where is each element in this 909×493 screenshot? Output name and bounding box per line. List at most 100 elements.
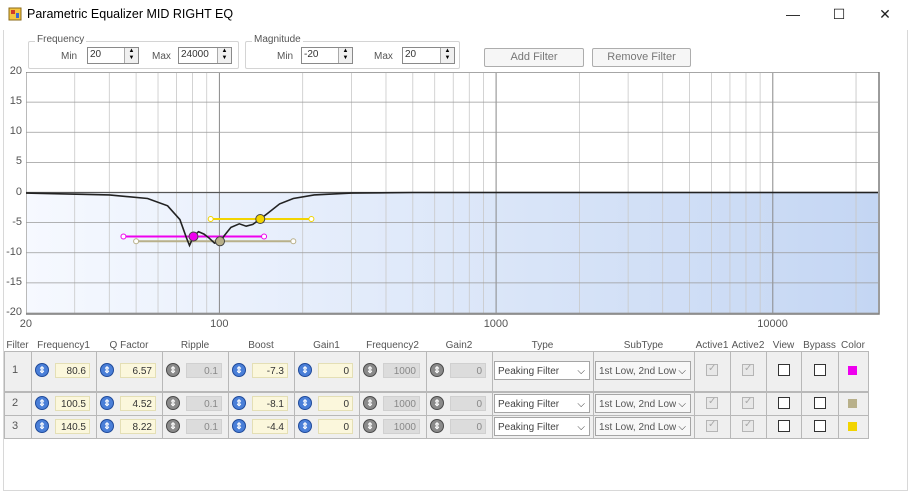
spin-arrows-icon[interactable]: ▲ ▼: [440, 48, 454, 63]
spin-arrows-icon[interactable]: ▲ ▼: [217, 48, 231, 63]
magnitude-max-spinner[interactable]: 20 ▲ ▼: [402, 47, 455, 64]
knob-glyph: ⇕: [235, 397, 243, 408]
frequency1-value[interactable]: 140.5: [55, 418, 90, 434]
color-swatch[interactable]: [848, 421, 857, 431]
spin-arrows-icon[interactable]: ▲ ▼: [338, 48, 352, 63]
spin-arrows-icon[interactable]: ▲ ▼: [124, 48, 138, 63]
knob-icon[interactable]: ⇕: [298, 418, 312, 433]
bypass-checkbox[interactable]: [813, 364, 826, 376]
filter-center-point[interactable]: [215, 236, 226, 247]
x-tick-label: 20: [19, 318, 33, 330]
bypass-checkbox[interactable]: [813, 419, 826, 432]
q-factor-value[interactable]: 6.57: [120, 363, 156, 378]
ripple-value: 0.1: [186, 395, 222, 411]
column-header-filter: Filter: [6, 340, 29, 351]
view-checkbox[interactable]: [777, 419, 790, 432]
type-dropdown[interactable]: Peaking Filter ⌵: [494, 361, 590, 380]
knob-icon: ⇕: [166, 363, 180, 377]
close-icon[interactable]: ✕: [862, 0, 908, 30]
y-tick-label: -15: [6, 275, 22, 288]
add-filter-button[interactable]: Add Filter: [484, 48, 584, 67]
q-factor-value[interactable]: 8.22: [120, 418, 156, 434]
eq-response-chart[interactable]: [26, 72, 880, 315]
knob-glyph: ⇕: [235, 420, 243, 431]
boost-value[interactable]: -8.1: [252, 395, 288, 411]
checkbox-icon: [706, 363, 718, 376]
remove-filter-button[interactable]: Remove Filter: [592, 48, 691, 67]
filter-band-handle-low[interactable]: [120, 233, 127, 240]
magnitude-max-label: Max: [374, 51, 393, 62]
column-header-subtype: SubType: [623, 340, 664, 351]
frequency-min-spinner[interactable]: 20 ▲ ▼: [87, 47, 139, 64]
type-dropdown-value: Peaking Filter: [498, 421, 560, 433]
knob-icon[interactable]: ⇕: [232, 418, 246, 433]
knob-icon: ⇕: [430, 363, 444, 377]
filter-number: 2: [12, 396, 19, 409]
frequency2-value: 1000: [383, 418, 420, 434]
view-checkbox[interactable]: [777, 396, 790, 409]
column-header-ripple: Ripple: [180, 340, 210, 351]
knob-glyph: ⇕: [433, 397, 441, 408]
magnitude-min-spinner[interactable]: -20 ▲ ▼: [301, 47, 353, 64]
y-tick-label: -5: [12, 215, 22, 228]
gain1-value[interactable]: 0: [318, 395, 353, 411]
filter-center-point[interactable]: [188, 231, 199, 242]
filter-band-handle-low[interactable]: [207, 216, 214, 223]
filter-band-handle-high[interactable]: [290, 238, 297, 245]
knob-icon[interactable]: ⇕: [100, 363, 114, 377]
filter-number: 3: [12, 419, 19, 432]
maximize-icon[interactable]: ☐: [816, 0, 862, 30]
knob-icon[interactable]: ⇕: [100, 395, 114, 410]
type-dropdown[interactable]: Peaking Filter ⌵: [494, 393, 590, 413]
frequency1-value[interactable]: 100.5: [55, 395, 90, 411]
knob-glyph: ⇕: [366, 365, 374, 375]
boost-value[interactable]: -7.3: [252, 363, 288, 378]
bypass-checkbox[interactable]: [813, 396, 826, 409]
ripple-value: 0.1: [186, 363, 222, 378]
filter-band-handle-high[interactable]: [308, 216, 315, 223]
knob-icon[interactable]: ⇕: [35, 363, 49, 377]
subtype-dropdown-value: 1st Low, 2nd Low: [599, 398, 677, 410]
knob-icon[interactable]: ⇕: [100, 418, 114, 433]
knob-glyph: ⇕: [103, 365, 111, 375]
minimize-icon[interactable]: —: [770, 0, 816, 30]
boost-value[interactable]: -4.4: [252, 418, 288, 434]
knob-icon[interactable]: ⇕: [35, 395, 49, 410]
knob-icon[interactable]: ⇕: [35, 418, 49, 433]
knob-glyph: ⇕: [301, 365, 309, 375]
subtype-dropdown[interactable]: 1st Low, 2nd Low ⌵: [595, 416, 691, 436]
chevron-down-icon: ⌵: [577, 421, 585, 433]
chevron-down-icon: ⌵: [676, 394, 686, 412]
column-header-boost: Boost: [248, 340, 274, 351]
x-tick-label: 10000: [757, 318, 788, 330]
knob-glyph: ⇕: [38, 365, 46, 375]
subtype-dropdown[interactable]: 1st Low, 2nd Low ⌵: [595, 361, 691, 380]
knob-glyph: ⇕: [169, 420, 177, 431]
type-dropdown[interactable]: Peaking Filter ⌵: [494, 416, 590, 436]
knob-icon: ⇕: [166, 395, 180, 410]
color-swatch[interactable]: [848, 398, 857, 408]
knob-icon[interactable]: ⇕: [298, 395, 312, 410]
q-factor-value[interactable]: 4.52: [120, 395, 156, 411]
knob-icon[interactable]: ⇕: [232, 395, 246, 410]
y-tick-label: 10: [9, 125, 22, 138]
gain1-value[interactable]: 0: [318, 363, 353, 378]
knob-icon: ⇕: [430, 418, 444, 433]
knob-icon[interactable]: ⇕: [298, 363, 312, 377]
knob-glyph: ⇕: [38, 397, 46, 408]
knob-glyph: ⇕: [366, 420, 374, 431]
frequency1-value[interactable]: 80.6: [55, 363, 90, 378]
subtype-dropdown[interactable]: 1st Low, 2nd Low ⌵: [595, 393, 691, 413]
filter-center-point[interactable]: [255, 214, 266, 225]
filter-band-handle-high[interactable]: [261, 233, 268, 240]
knob-icon[interactable]: ⇕: [232, 363, 246, 377]
view-checkbox[interactable]: [777, 364, 790, 376]
frequency-min-label: Min: [61, 51, 78, 62]
frequency-max-label: Max: [152, 51, 171, 62]
frequency-max-spinner[interactable]: 24000 ▲ ▼: [178, 47, 232, 64]
filter-band-handle-low[interactable]: [133, 238, 140, 245]
color-swatch[interactable]: [848, 366, 857, 375]
y-tick-label: 5: [15, 155, 22, 168]
gain1-value[interactable]: 0: [318, 418, 353, 434]
column-header-view: View: [772, 340, 795, 351]
